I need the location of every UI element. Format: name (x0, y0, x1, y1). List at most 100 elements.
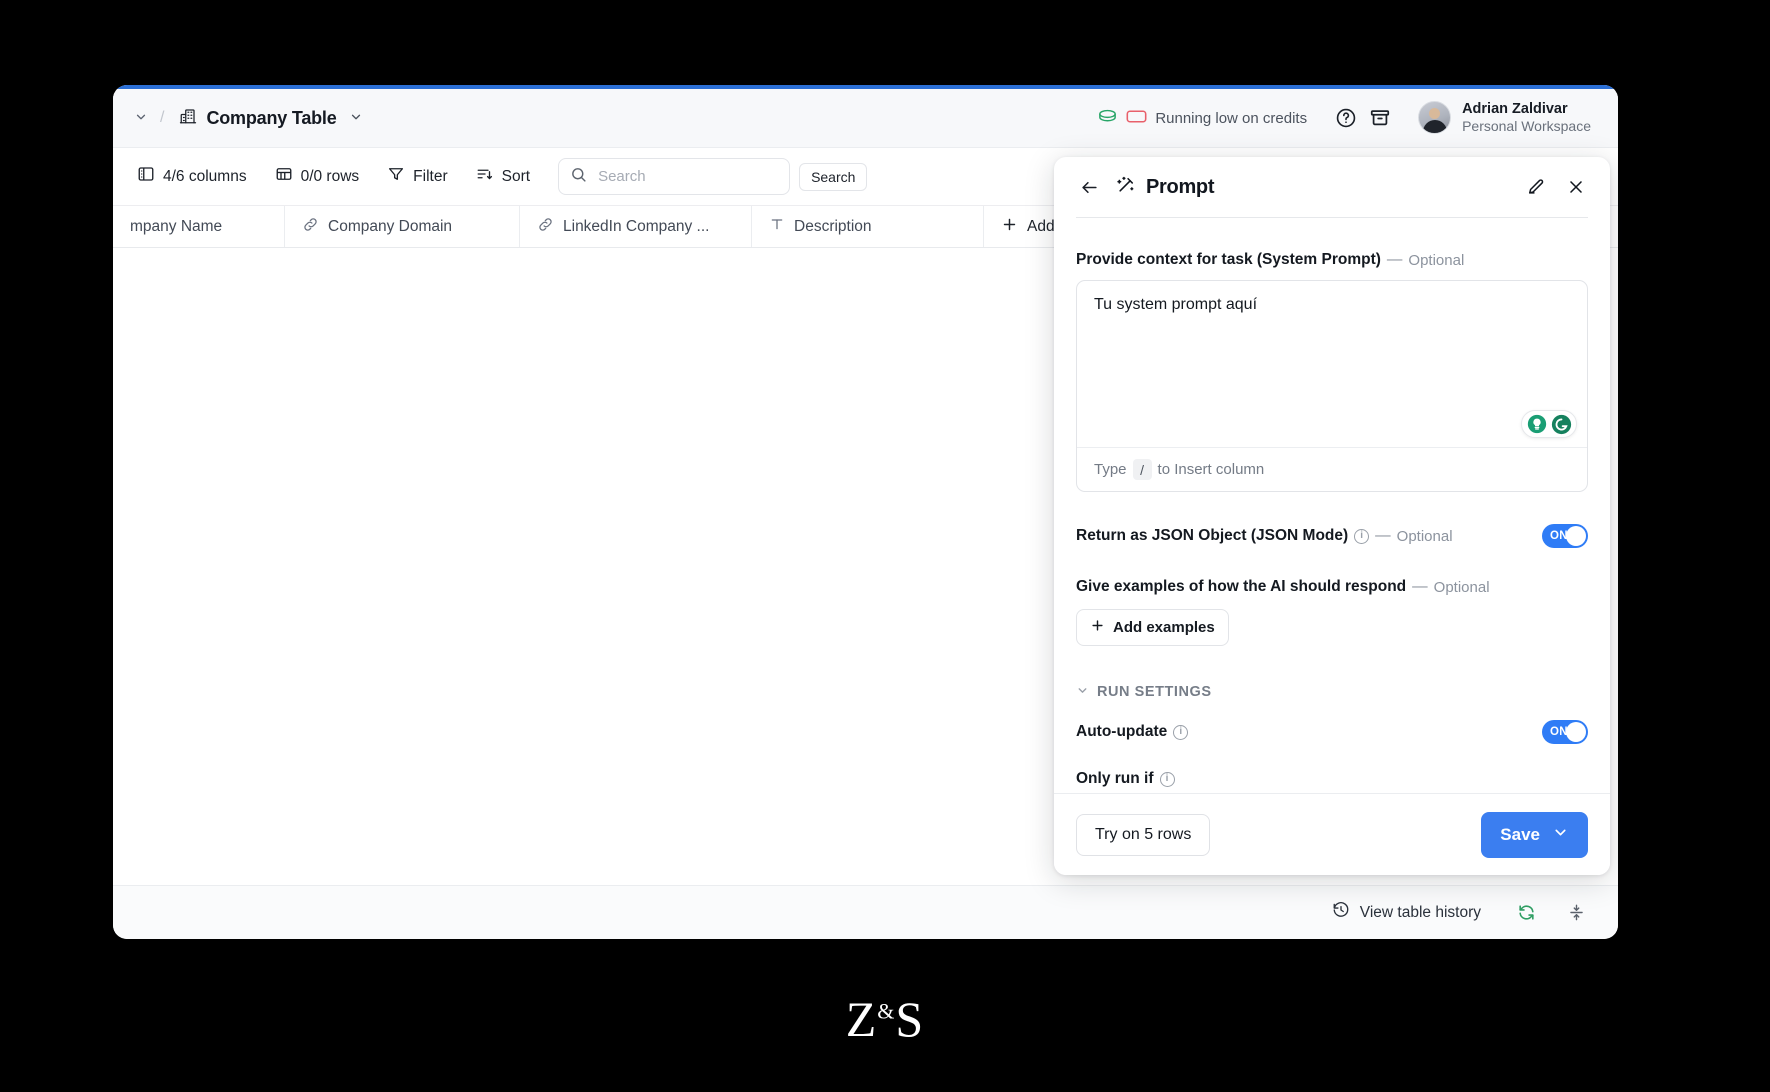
plus-icon (1001, 216, 1018, 238)
logo-letter-right: S (895, 991, 925, 1047)
system-prompt-value: Tu system prompt aquí (1094, 296, 1258, 313)
user-name: Adrian Zaldivar (1462, 100, 1568, 117)
grammarly-icon[interactable] (1550, 413, 1572, 435)
only-run-if-label-row: Only run if i (1076, 770, 1588, 788)
columns-button[interactable]: 4/6 columns (127, 159, 257, 194)
filter-icon (387, 165, 405, 188)
auto-update-label-row: Auto-update i (1076, 723, 1189, 741)
breadcrumb-table[interactable]: Company Table (171, 103, 370, 134)
save-button[interactable]: Save (1481, 811, 1588, 858)
credits-status[interactable]: Running low on credits (1097, 108, 1307, 129)
sort-button[interactable]: Sort (466, 159, 540, 194)
rows-icon (275, 165, 293, 188)
prompt-title-group: Prompt (1116, 175, 1215, 200)
coin-icon (1097, 108, 1118, 129)
toggle-knob (1566, 526, 1586, 546)
info-icon[interactable]: i (1173, 724, 1189, 740)
system-prompt-optional: Optional (1408, 251, 1465, 269)
logo-ampersand: & (877, 998, 896, 1024)
columns-label: 4/6 columns (163, 167, 247, 185)
system-prompt-label-row: Provide context for task (System Prompt)… (1076, 251, 1588, 269)
clock-rewind-icon (1332, 901, 1350, 924)
help-circle-icon[interactable] (1329, 101, 1363, 135)
page-title: Company Table (206, 107, 337, 128)
logo-letter-left: Z (845, 991, 878, 1047)
hint-suffix: to Insert column (1157, 461, 1265, 478)
add-examples-button[interactable]: Add examples (1076, 609, 1229, 646)
system-prompt-textarea[interactable]: Tu system prompt aquí (1077, 281, 1587, 447)
add-examples-label: Add examples (1113, 619, 1215, 636)
info-icon[interactable]: i (1354, 528, 1370, 544)
column-header-description[interactable]: Description (752, 206, 984, 247)
system-prompt-dash: — (1386, 251, 1403, 268)
credits-label: Running low on credits (1155, 109, 1308, 127)
breadcrumb-collapse-icon[interactable] (129, 106, 153, 131)
add-column-label: Add (1027, 217, 1055, 235)
screenshot-stage: / Company Table Running low on credits A… (0, 0, 1770, 1092)
scroll-divider (1076, 217, 1588, 218)
credit-card-icon (1126, 109, 1147, 128)
column-label: Description (794, 217, 872, 235)
prompt-panel-header: Prompt (1054, 157, 1610, 217)
user-menu[interactable]: Adrian Zaldivar Personal Workspace (1413, 97, 1596, 139)
archive-icon[interactable] (1363, 101, 1397, 135)
arrow-left-icon[interactable] (1074, 172, 1104, 202)
rows-label: 0/0 rows (300, 167, 360, 185)
link-icon (537, 216, 554, 238)
examples-dash: — (1412, 578, 1428, 595)
breadcrumb-chevron-down-icon[interactable] (349, 110, 363, 127)
app-header: / Company Table Running low on credits A… (113, 89, 1618, 148)
search-input[interactable] (596, 167, 800, 186)
prompt-panel-body[interactable]: Provide context for task (System Prompt)… (1054, 217, 1610, 793)
lightbulb-icon[interactable] (1526, 413, 1548, 435)
row-height-icon[interactable] (1560, 897, 1592, 929)
slash-key: / (1132, 459, 1152, 480)
system-prompt-label: Provide context for task (System Prompt) (1076, 251, 1381, 268)
link-icon (302, 216, 319, 238)
grammarly-widget[interactable] (1521, 410, 1577, 438)
system-prompt-textarea-box[interactable]: Tu system prompt aquí Type / to Insert c… (1076, 280, 1588, 492)
search-button[interactable]: Search (799, 162, 868, 191)
toggle-knob (1566, 722, 1586, 742)
avatar (1418, 101, 1452, 135)
filter-label: Filter (413, 167, 448, 185)
column-header-company-domain[interactable]: Company Domain (285, 206, 520, 247)
run-settings-title: RUN SETTINGS (1097, 684, 1212, 700)
json-mode-toggle[interactable]: ON (1542, 524, 1588, 548)
search-box: Search (558, 158, 868, 195)
auto-update-toggle[interactable]: ON (1542, 720, 1588, 744)
examples-optional: Optional (1433, 578, 1490, 596)
user-workspace: Personal Workspace (1462, 118, 1591, 135)
chevron-down-icon[interactable] (1552, 824, 1569, 846)
filter-button[interactable]: Filter (377, 159, 457, 194)
prompt-panel: Prompt Provide context for task (System … (1054, 157, 1610, 875)
close-icon[interactable] (1560, 171, 1592, 203)
run-settings-section-header[interactable]: RUN SETTINGS (1076, 684, 1588, 700)
watermark-logo: Z&S (0, 990, 1770, 1048)
refresh-icon[interactable] (1510, 897, 1542, 929)
hint-prefix: Type (1094, 461, 1127, 478)
history-label: View table history (1359, 903, 1481, 921)
json-mode-label-row: Return as JSON Object (JSON Mode) i — Op… (1076, 527, 1453, 545)
column-label: Company Domain (328, 217, 453, 235)
save-label: Save (1500, 824, 1540, 844)
text-type-icon (769, 216, 785, 237)
column-header-company-name[interactable]: mpany Name (113, 206, 285, 247)
column-label: mpany Name (130, 217, 223, 235)
insert-column-hint[interactable]: Type / to Insert column (1077, 447, 1587, 491)
json-mode-dash: — (1375, 527, 1391, 544)
examples-label-row: Give examples of how the AI should respo… (1076, 578, 1588, 596)
search-icon (570, 166, 587, 188)
column-header-linkedin-company[interactable]: LinkedIn Company ... (520, 206, 752, 247)
auto-update-label: Auto-update (1076, 723, 1168, 740)
rows-button[interactable]: 0/0 rows (265, 159, 370, 194)
try-on-rows-button[interactable]: Try on 5 rows (1076, 813, 1211, 856)
info-icon[interactable]: i (1159, 771, 1175, 787)
json-mode-row: Return as JSON Object (JSON Mode) i — Op… (1076, 524, 1588, 548)
pencil-icon[interactable] (1520, 171, 1552, 203)
view-table-history-button[interactable]: View table history (1321, 894, 1492, 931)
chevron-down-icon (1076, 684, 1089, 700)
column-label: LinkedIn Company ... (563, 217, 710, 235)
plus-icon (1090, 618, 1105, 637)
auto-update-row: Auto-update i ON (1076, 720, 1588, 744)
